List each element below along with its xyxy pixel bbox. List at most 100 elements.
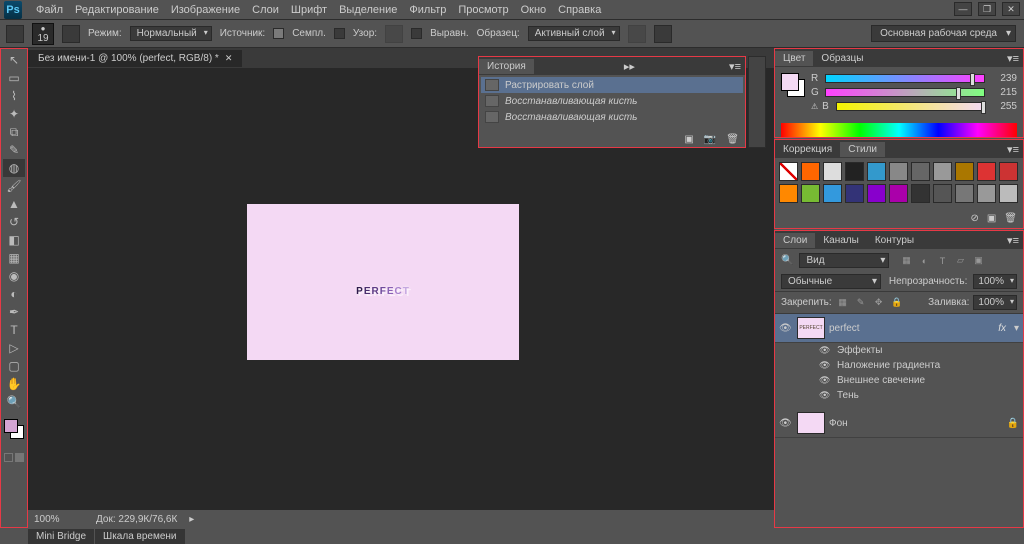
marquee-tool[interactable]: ▭	[3, 69, 25, 87]
menu-filter[interactable]: Фильтр	[403, 2, 452, 18]
style-swatch[interactable]	[845, 184, 864, 203]
status-arrow-icon[interactable]: ▸	[189, 514, 194, 525]
lock-all-icon[interactable]: 🔒	[890, 296, 904, 310]
zoom-tool[interactable]: 🔍	[3, 393, 25, 411]
style-swatch[interactable]	[977, 162, 996, 181]
panel-menu-icon[interactable]: ▾≡	[1003, 234, 1023, 247]
new-style-icon[interactable]: ▣	[987, 213, 996, 224]
style-swatch[interactable]	[801, 162, 820, 181]
filter-type-icon[interactable]: T	[935, 254, 949, 268]
close-button[interactable]: ✕	[1002, 2, 1020, 16]
history-state[interactable]: Растрировать слой	[481, 77, 743, 93]
fx-outer-glow[interactable]: 👁Внешнее свечение	[775, 373, 1023, 388]
fg-bg-swatch[interactable]	[781, 73, 805, 97]
move-tool[interactable]: ↖	[3, 51, 25, 69]
crop-tool[interactable]: ⧉	[3, 123, 25, 141]
mini-bridge-tab[interactable]: Mini Bridge	[28, 529, 94, 544]
minimize-button[interactable]: —	[954, 2, 972, 16]
wand-tool[interactable]: ✦	[3, 105, 25, 123]
source-pattern-radio[interactable]	[334, 28, 345, 39]
layers-tab[interactable]: Слои	[775, 233, 815, 248]
fx-badge[interactable]: fx	[998, 323, 1006, 334]
adjustments-tab[interactable]: Коррекция	[775, 142, 840, 157]
channels-tab[interactable]: Каналы	[815, 233, 867, 248]
delete-state-icon[interactable]: 🗑	[726, 134, 739, 145]
fx-effects[interactable]: 👁Эффекты	[775, 343, 1023, 358]
style-swatch[interactable]	[911, 184, 930, 203]
panel-menu-icon[interactable]: ▾≡	[1003, 143, 1023, 156]
stamp-tool[interactable]: ▲	[3, 195, 25, 213]
lock-transparency-icon[interactable]: ▦	[836, 296, 850, 310]
style-swatch[interactable]	[779, 184, 798, 203]
style-swatch[interactable]	[823, 162, 842, 181]
visibility-icon[interactable]: 👁	[819, 345, 831, 356]
style-swatch[interactable]	[867, 162, 886, 181]
visibility-icon[interactable]: 👁	[779, 418, 793, 429]
document-tab[interactable]: Без имени-1 @ 100% (perfect, RGB/8) * ✕	[28, 50, 242, 67]
history-tab[interactable]: История	[479, 59, 534, 74]
paths-tab[interactable]: Контуры	[867, 233, 922, 248]
filter-kind-dropdown[interactable]: Вид	[799, 253, 889, 268]
history-brush-tool[interactable]: ↺	[3, 213, 25, 231]
style-swatch[interactable]	[823, 184, 842, 203]
b-slider[interactable]	[836, 102, 985, 111]
pattern-picker[interactable]	[385, 25, 403, 43]
quickmask-toggle[interactable]	[4, 453, 24, 462]
delete-style-icon[interactable]: 🗑	[1004, 213, 1017, 224]
collapse-icon[interactable]: ▸▸	[620, 60, 639, 73]
filter-smart-icon[interactable]: ▣	[971, 254, 985, 268]
color-tab[interactable]: Цвет	[775, 51, 813, 66]
style-swatch[interactable]	[889, 162, 908, 181]
filter-adj-icon[interactable]: ◐	[917, 254, 931, 268]
style-swatch[interactable]	[977, 184, 996, 203]
close-tab-icon[interactable]: ✕	[225, 53, 233, 64]
visibility-icon[interactable]: 👁	[819, 375, 831, 386]
history-state[interactable]: Восстанавливающая кисть	[481, 109, 743, 125]
menu-select[interactable]: Выделение	[333, 2, 403, 18]
style-swatch[interactable]	[955, 184, 974, 203]
healing-brush-tool[interactable]: ◍	[3, 159, 25, 177]
lock-pixels-icon[interactable]: ✎	[854, 296, 868, 310]
g-value[interactable]: 215	[989, 87, 1017, 98]
style-swatch[interactable]	[933, 184, 952, 203]
layer-row[interactable]: 👁 Фон 🔒	[775, 409, 1023, 438]
brush-panel-icon[interactable]	[62, 25, 80, 43]
aligned-checkbox[interactable]	[411, 28, 422, 39]
layer-name[interactable]: Фон	[829, 418, 848, 429]
style-swatch[interactable]	[801, 184, 820, 203]
sample-dropdown[interactable]: Активный слой	[528, 26, 620, 41]
history-state[interactable]: Восстанавливающая кисть	[481, 93, 743, 109]
r-slider[interactable]	[825, 74, 985, 83]
clear-style-icon[interactable]: ⊘	[970, 213, 978, 224]
layer-name[interactable]: perfect	[829, 323, 860, 334]
timeline-tab[interactable]: Шкала времени	[95, 529, 184, 544]
blur-tool[interactable]: ◉	[3, 267, 25, 285]
style-swatch[interactable]	[911, 162, 930, 181]
menu-file[interactable]: Файл	[30, 2, 69, 18]
visibility-icon[interactable]: 👁	[819, 360, 831, 371]
style-swatch[interactable]	[999, 162, 1018, 181]
filter-pixel-icon[interactable]: ▦	[899, 254, 913, 268]
lasso-tool[interactable]: ⌇	[3, 87, 25, 105]
opacity-value[interactable]: 100%	[973, 274, 1017, 289]
dodge-tool[interactable]: ◐	[3, 285, 25, 303]
menu-help[interactable]: Справка	[552, 2, 607, 18]
color-spectrum[interactable]	[781, 123, 1017, 137]
visibility-icon[interactable]: 👁	[819, 390, 831, 401]
eraser-tool[interactable]: ◧	[3, 231, 25, 249]
menu-window[interactable]: Окно	[515, 2, 553, 18]
blend-mode-dropdown[interactable]: Нормальный	[130, 26, 212, 41]
fill-value[interactable]: 100%	[973, 295, 1017, 310]
create-document-icon[interactable]: ▣	[684, 134, 693, 145]
zoom-level[interactable]: 100%	[34, 514, 84, 525]
style-swatch[interactable]	[867, 184, 886, 203]
pressure-icon[interactable]	[654, 25, 672, 43]
brush-tool[interactable]: 🖌	[3, 177, 25, 195]
fx-collapse-icon[interactable]: ▾	[1014, 323, 1019, 334]
pen-tool[interactable]: ✒	[3, 303, 25, 321]
fx-gradient-overlay[interactable]: 👁Наложение градиента	[775, 358, 1023, 373]
swatches-tab[interactable]: Образцы	[813, 51, 871, 66]
tool-preset-icon[interactable]	[6, 25, 24, 43]
b-value[interactable]: 255	[989, 101, 1017, 112]
fx-drop-shadow[interactable]: 👁Тень	[775, 388, 1023, 403]
